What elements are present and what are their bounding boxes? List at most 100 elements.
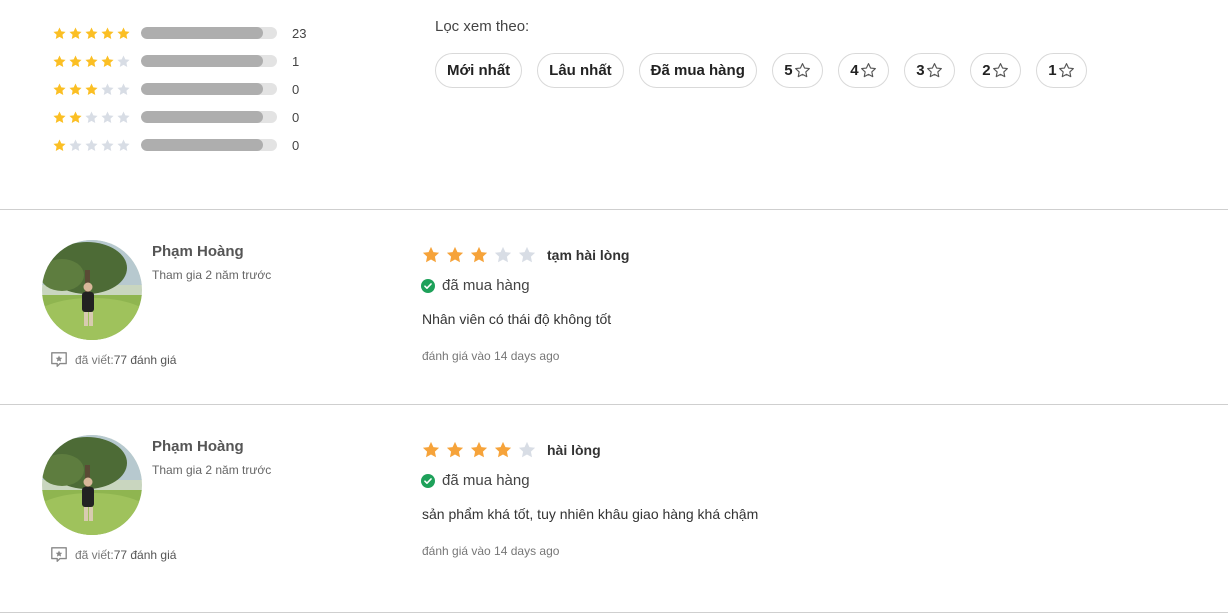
star-filled-icon [422,246,440,263]
comment-star-icon [51,352,67,367]
star-filled-icon [85,82,98,95]
star-empty-icon [85,110,98,123]
rating-count: 0 [292,82,300,97]
filter-chip-1[interactable]: Lâu nhất [537,53,624,88]
filter-chip-label: Đã mua hàng [650,62,745,79]
filter-chips: Mới nhất Lâu nhất Đã mua hàng 5 4 3 2 1 [435,53,1087,88]
filter-chip-label: 3 [916,62,925,79]
star-outline-icon [1058,63,1074,78]
star-empty-icon [69,138,82,151]
star-filled-icon [446,441,464,458]
star-filled-icon [446,246,464,263]
review-date: đánh giá vào 14 days ago [422,349,560,363]
star-empty-icon [518,246,536,263]
reviews-written: đã viết: 77 đánh giá [49,546,176,564]
rating-bar [141,111,277,123]
rating-bar-fill [141,111,264,123]
rating-bar [141,55,277,67]
filter-chip-0[interactable]: Mới nhất [435,53,523,88]
verified-purchase-label: đã mua hàng [442,277,530,294]
filter-chip-2-star[interactable]: 2 [969,53,1021,88]
star-filled-icon [422,441,440,458]
review-content: Nhân viên có thái độ không tốt [422,311,612,327]
avatar [42,435,142,535]
filter-chip-label: 2 [982,62,991,79]
star-filled-icon [69,82,82,95]
rating-count: 0 [292,110,300,125]
star-filled-icon [470,246,488,263]
review-item: Phạm Hoàng Tham gia 2 năm trước đã viết: 77… [0,210,1230,405]
star-outline-icon [926,63,942,78]
star-filled-icon [69,26,82,39]
rating-bar [141,27,277,39]
filter-chip-label: Mới nhất [447,62,511,79]
verified-purchase-label: đã mua hàng [442,472,530,489]
rating-count: 0 [292,138,300,153]
review-item: Phạm Hoàng Tham gia 2 năm trước đã viết: 77… [0,405,1230,600]
star-filled-icon [494,441,512,458]
star-empty-icon [117,110,130,123]
star-filled-icon [53,110,66,123]
rating-row-5-star [52,25,132,41]
star-empty-icon [101,138,114,151]
reviewer-joined: Tham gia 2 năm trước [152,463,272,477]
star-outline-icon [794,63,810,78]
star-filled-icon [470,441,488,458]
rating-row-3-star [52,81,132,97]
star-filled-icon [69,54,82,67]
verified-purchase: đã mua hàng [421,277,530,294]
reviews-written-label: đã viết: [75,353,114,367]
review-content: sản phẩm khá tốt, tuy nhiên khâu giao hà… [422,506,759,522]
star-outline-icon [992,63,1008,78]
reviewer-name: Phạm Hoàng [152,243,244,260]
reviewer-name: Phạm Hoàng [152,438,244,455]
rating-row-2-star [52,109,132,125]
rating-bar-fill [141,27,264,39]
verified-purchase: đã mua hàng [421,472,530,489]
rating-count: 23 [292,26,307,41]
avatar [42,240,142,340]
star-empty-icon [117,54,130,67]
rating-row-1-star [52,137,132,153]
rating-stars [52,26,132,41]
star-filled-icon [53,26,66,39]
rating-row-4-star [52,53,132,69]
star-filled-icon [85,26,98,39]
rating-count: 1 [292,54,300,69]
avatar-image [42,435,142,535]
review-verdict: tạm hài lòng [547,247,630,263]
reviews-written-label: đã viết: [75,548,114,562]
star-filled-icon [101,26,114,39]
star-filled-icon [117,26,130,39]
star-filled-icon [53,82,66,95]
star-filled-icon [53,54,66,67]
rating-stars [52,82,132,97]
star-empty-icon [117,82,130,95]
star-empty-icon [101,110,114,123]
filter-chip-2[interactable]: Đã mua hàng [638,53,757,88]
filter-chip-3-star[interactable]: 3 [903,53,955,88]
rating-stars [52,110,132,125]
star-empty-icon [117,138,130,151]
filter-chip-label: Lâu nhất [549,62,612,79]
filter-chip-label: 1 [1048,62,1057,79]
filter-chip-4-star[interactable]: 4 [837,53,889,88]
rating-bar-fill [141,55,264,67]
rating-stars [52,54,132,69]
star-filled-icon [53,138,66,151]
review-date: đánh giá vào 14 days ago [422,544,560,558]
rating-stars [52,138,132,153]
rating-bar-fill [141,83,264,95]
star-empty-icon [101,82,114,95]
filter-chip-1-star[interactable]: 1 [1035,53,1087,88]
star-empty-icon [85,138,98,151]
filter-label: Lọc xem theo: [435,18,530,35]
reviews-written-count: 77 đánh giá [113,353,177,367]
filter-chip-5-star[interactable]: 5 [771,53,823,88]
check-circle-icon [421,278,435,293]
review-verdict: hài lòng [547,442,601,458]
review-rating-stars [421,440,537,460]
star-empty-icon [494,246,512,263]
review-rating-stars [421,245,537,265]
star-filled-icon [101,54,114,67]
